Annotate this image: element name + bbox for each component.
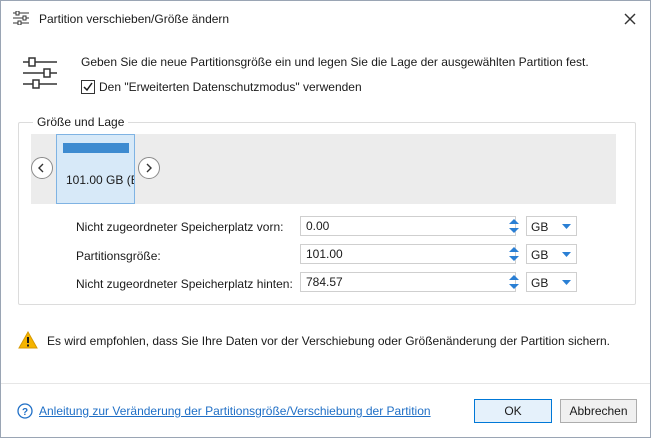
group-title: Größe und Lage [33, 115, 129, 129]
spin-arrows-icon [509, 247, 519, 261]
unit-value: GB [531, 248, 549, 262]
unallocated-before-input[interactable] [300, 216, 516, 236]
close-icon [624, 13, 636, 25]
close-button[interactable] [620, 9, 640, 29]
unallocated-after-unit-select[interactable]: GB [526, 272, 577, 292]
warning-text: Es wird empfohlen, dass Sie Ihre Daten v… [47, 334, 610, 348]
unallocated-after-input[interactable] [300, 272, 516, 292]
partition-label: 101.00 GB (E [66, 173, 135, 187]
partition-size-unit-select[interactable]: GB [526, 244, 577, 264]
unallocated-before-spinner[interactable] [507, 216, 521, 236]
partition-size-label: Partitionsgröße: [76, 249, 161, 263]
size-location-group: Größe und Lage 101.00 GB (E Nicht zugeor… [18, 115, 636, 305]
unit-value: GB [531, 220, 549, 234]
move-right-button[interactable] [138, 157, 160, 179]
ok-button[interactable]: OK [474, 399, 552, 423]
footer-divider [1, 383, 650, 384]
spin-arrows-icon [509, 275, 519, 289]
checkmark-icon [83, 82, 93, 92]
window-title: Partition verschieben/Größe ändern [39, 12, 230, 26]
sliders-large-icon [23, 56, 57, 93]
move-left-button[interactable] [31, 157, 53, 179]
svg-text:?: ? [22, 407, 28, 418]
partition-block[interactable]: 101.00 GB (E [56, 134, 135, 204]
unallocated-before-label: Nicht zugeordneter Speicherplatz vorn: [76, 220, 284, 234]
chevron-right-icon [146, 163, 152, 173]
unit-value: GB [531, 276, 549, 290]
spin-arrows-icon [509, 219, 519, 233]
partition-size-input[interactable] [300, 244, 516, 264]
cancel-button[interactable]: Abbrechen [560, 399, 637, 423]
unallocated-before-unit-select[interactable]: GB [526, 216, 577, 236]
warning-icon [18, 330, 38, 352]
partition-usage-bar [63, 143, 129, 153]
unallocated-after-spinner[interactable] [507, 272, 521, 292]
privacy-mode-label: Den "Erweiterten Datenschutzmodus" verwe… [99, 80, 362, 94]
title-bar: Partition verschieben/Größe ändern [1, 1, 650, 37]
unallocated-after-label: Nicht zugeordneter Speicherplatz hinten: [76, 277, 293, 291]
chevron-left-icon [38, 163, 44, 173]
chevron-down-icon [562, 252, 571, 257]
privacy-mode-checkbox[interactable] [81, 80, 95, 94]
help-icon[interactable]: ? [17, 403, 33, 422]
chevron-down-icon [562, 224, 571, 229]
partition-size-spinner[interactable] [507, 244, 521, 264]
chevron-down-icon [562, 280, 571, 285]
dialog-window: Partition verschieben/Größe ändern Geben… [0, 0, 651, 438]
intro-text: Geben Sie die neue Partitionsgröße ein u… [81, 55, 589, 69]
help-link[interactable]: Anleitung zur Veränderung der Partitions… [39, 404, 431, 418]
sliders-icon [13, 10, 29, 28]
